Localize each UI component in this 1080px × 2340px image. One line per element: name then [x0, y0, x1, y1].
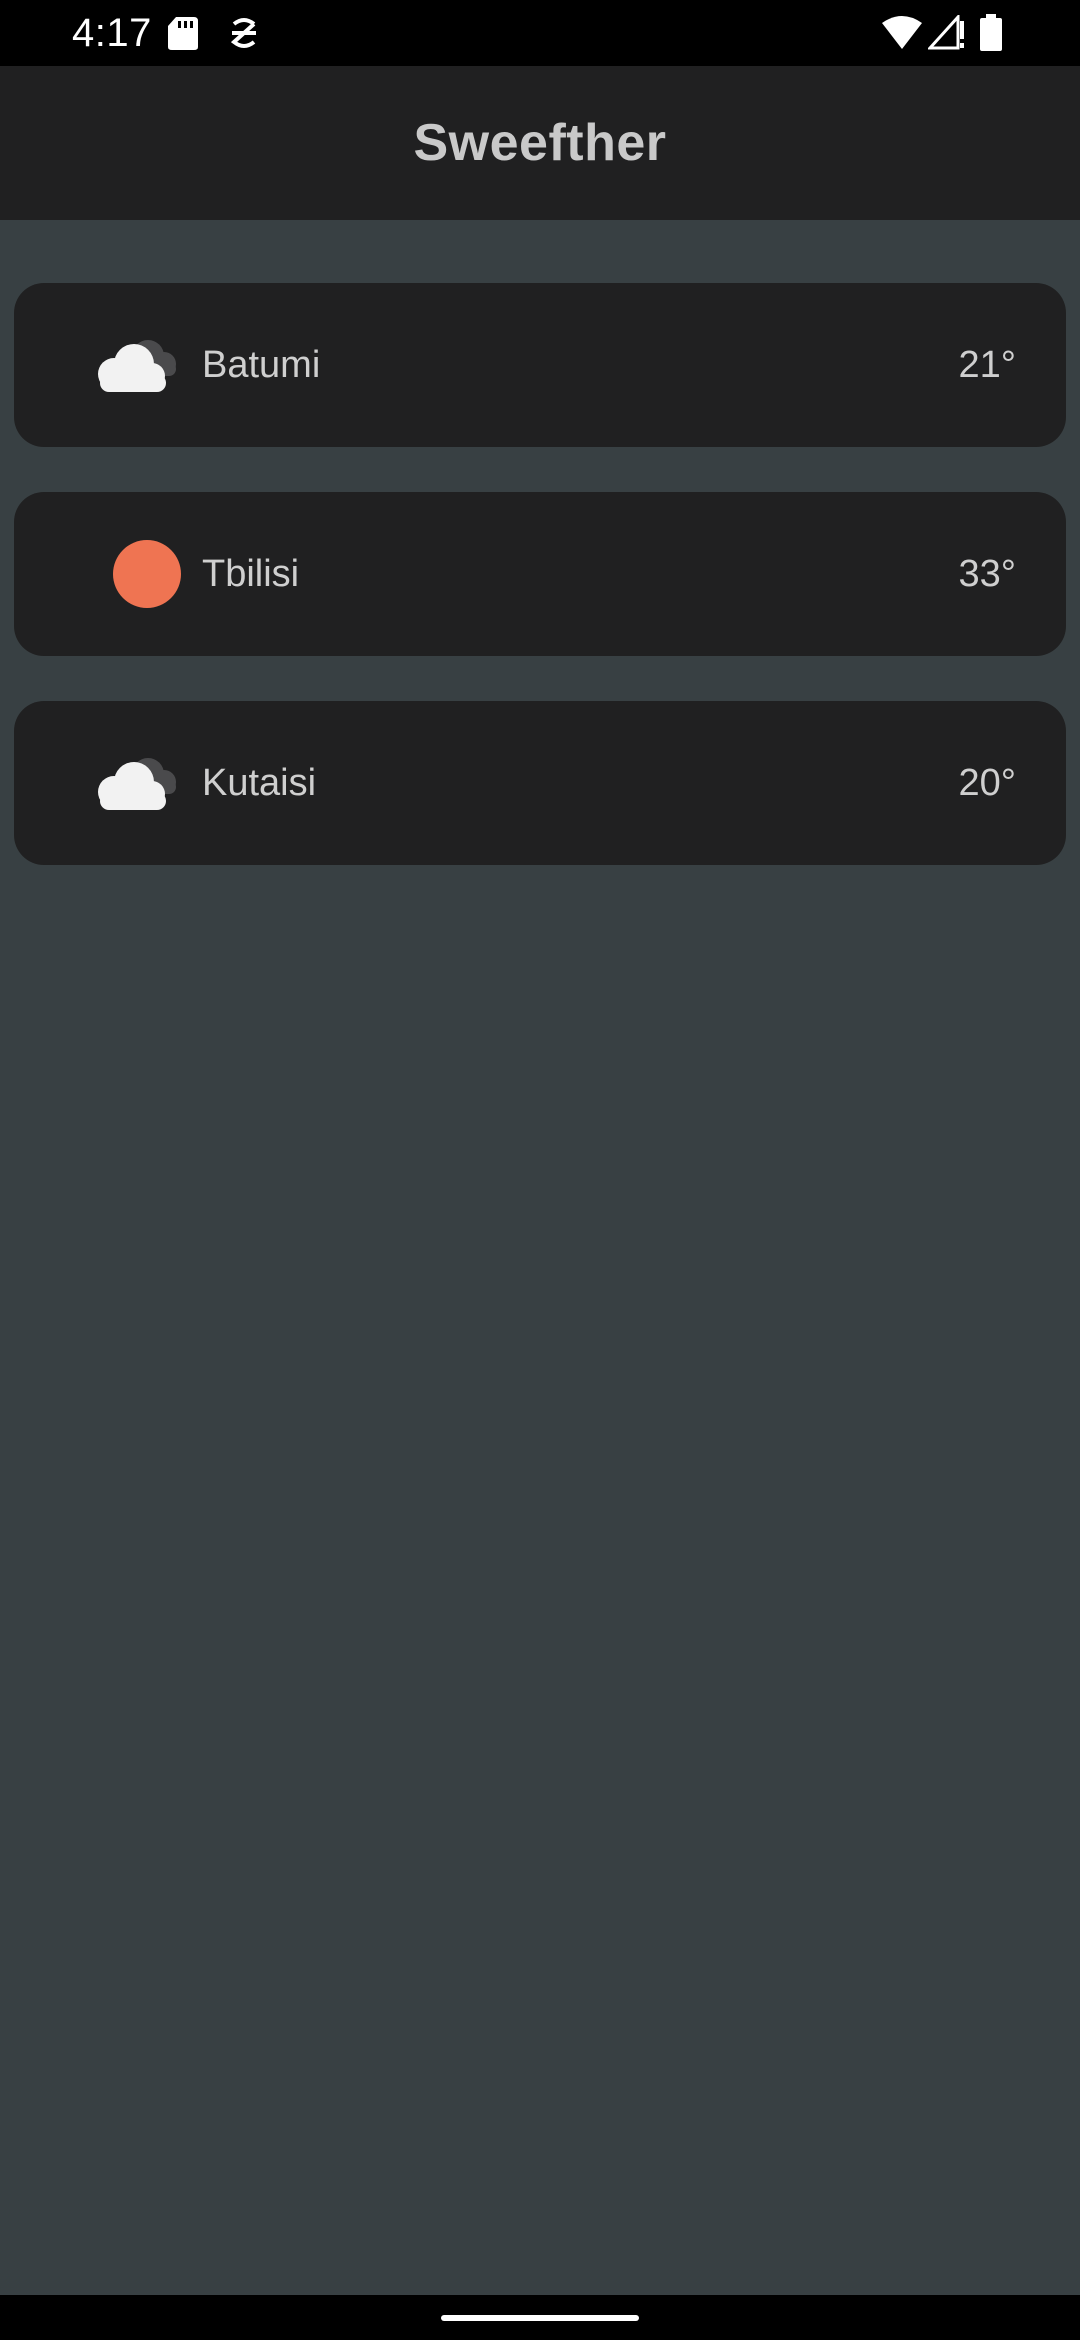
app-title: Sweefther	[413, 114, 667, 172]
home-gesture-handle[interactable]	[441, 2315, 639, 2321]
city-name: Tbilisi	[202, 552, 300, 595]
cloudy-icon	[84, 330, 184, 400]
cloudy-icon	[84, 748, 184, 818]
city-name: Kutaisi	[202, 761, 317, 804]
navigation-bar	[0, 2295, 1080, 2340]
debug-icon	[228, 0, 260, 66]
battery-icon	[980, 0, 1002, 66]
app-bar: Sweefther	[0, 66, 1080, 220]
wifi-icon	[882, 0, 922, 66]
city-card-batumi[interactable]: Batumi 21°	[14, 283, 1066, 447]
city-temperature: 20°	[958, 761, 1016, 804]
city-name: Batumi	[202, 343, 321, 386]
status-time: 4:17	[72, 11, 152, 55]
city-temperature: 33°	[958, 552, 1016, 595]
status-bar: 4:17	[0, 0, 1080, 66]
city-card-tbilisi[interactable]: Tbilisi 33°	[14, 492, 1066, 656]
sun-icon	[84, 539, 184, 609]
city-card-kutaisi[interactable]: Kutaisi 20°	[14, 701, 1066, 865]
signal-icon	[928, 0, 966, 66]
sd-card-icon	[166, 0, 200, 66]
city-temperature: 21°	[958, 343, 1016, 386]
